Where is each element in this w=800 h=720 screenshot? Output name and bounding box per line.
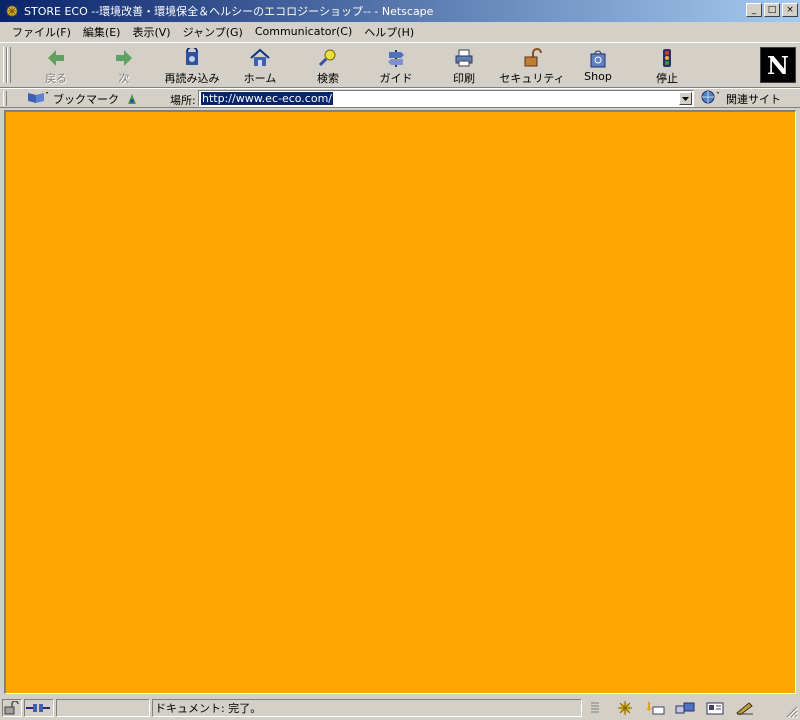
connection-plug-icon xyxy=(26,704,50,712)
status-text: ドキュメント: 完了。 xyxy=(155,702,262,715)
minimize-button[interactable]: _ xyxy=(746,3,762,17)
reload-label: 再読み込み xyxy=(164,72,220,85)
forward-label: 次 xyxy=(118,72,130,85)
location-toolbar-grip[interactable] xyxy=(3,91,7,106)
address-book-icon[interactable] xyxy=(704,700,726,716)
maximize-button[interactable]: □ xyxy=(764,3,780,17)
search-icon xyxy=(316,47,340,69)
shop-label: Shop xyxy=(584,70,612,83)
search-label: 検索 xyxy=(317,72,339,85)
forward-arrow-icon xyxy=(112,47,136,69)
shopping-bag-icon xyxy=(586,47,610,69)
home-button[interactable]: ホーム xyxy=(228,47,292,87)
toolbar-grip-2[interactable] xyxy=(7,47,11,83)
location-url-text: http://www.ec-eco.com/ xyxy=(201,92,334,105)
stop-button[interactable]: 停止 xyxy=(635,47,699,87)
guide-button[interactable]: ガイド xyxy=(364,47,428,87)
security-label: セキュリティ xyxy=(499,72,565,85)
back-label: 戻る xyxy=(45,72,67,85)
menu-communicator[interactable]: Communicator(C) xyxy=(249,25,358,38)
progress-panel xyxy=(56,699,150,717)
menu-go[interactable]: ジャンプ(G) xyxy=(177,24,249,40)
home-label: ホーム xyxy=(243,72,277,85)
close-button[interactable]: × xyxy=(782,3,798,17)
back-button[interactable]: 戻る xyxy=(24,47,88,87)
menu-file[interactable]: ファイル(F) xyxy=(6,24,77,40)
connection-status-panel[interactable] xyxy=(24,699,54,717)
page-proxy-icon[interactable] xyxy=(124,91,140,106)
guide-signpost-icon xyxy=(384,47,408,69)
print-button[interactable]: 印刷 xyxy=(432,47,496,87)
netscape-logo-letter: N xyxy=(767,50,789,80)
component-bar-grip[interactable] xyxy=(584,700,606,716)
menu-help[interactable]: ヘルプ(H) xyxy=(358,24,420,40)
status-message-panel: ドキュメント: 完了。 xyxy=(152,699,582,717)
minimize-icon: _ xyxy=(751,4,757,15)
printer-icon xyxy=(452,47,476,69)
url-dropdown-button[interactable] xyxy=(679,92,692,105)
back-arrow-icon xyxy=(44,47,68,69)
bookmarks-icon xyxy=(26,90,50,107)
resize-grip[interactable] xyxy=(786,706,799,719)
unlocked-padlock-icon xyxy=(4,701,19,715)
maximize-icon: □ xyxy=(767,4,777,15)
status-bar: ドキュメント: 完了。 xyxy=(0,697,800,720)
menu-edit[interactable]: 編集(E) xyxy=(77,24,127,40)
shop-button[interactable]: Shop xyxy=(566,47,630,87)
mail-inbox-icon[interactable] xyxy=(644,700,666,716)
search-button[interactable]: 検索 xyxy=(296,47,360,87)
chevron-down-icon xyxy=(682,96,689,101)
bookmarks-button[interactable]: ブックマーク xyxy=(26,90,119,107)
page-content-area[interactable] xyxy=(4,110,796,694)
composer-icon[interactable] xyxy=(734,700,756,716)
location-label: 場所: xyxy=(170,94,196,107)
reload-icon xyxy=(180,47,204,69)
navigation-toolbar: 戻る 次 再読み込み ホーム 検索 ガイド 印刷 セキュリティ Shop 停止 … xyxy=(0,42,800,88)
discussion-groups-icon[interactable] xyxy=(674,700,696,716)
location-toolbar: ブックマーク 場所: http://www.ec-eco.com/ 関連サイト xyxy=(0,88,800,108)
stop-label: 停止 xyxy=(656,72,678,85)
menu-bar: ファイル(F) 編集(E) 表示(V) ジャンプ(G) Communicator… xyxy=(0,22,800,41)
related-sites-label: 関連サイト xyxy=(726,92,781,106)
component-bar xyxy=(584,699,756,717)
window-title: STORE ECO --環境改善・環境保全＆ヘルシーのエコロジーショップ-- -… xyxy=(24,5,434,18)
security-button[interactable]: セキュリティ xyxy=(499,47,565,87)
padlock-icon xyxy=(520,47,544,69)
forward-button[interactable]: 次 xyxy=(92,47,156,87)
stop-traffic-light-icon xyxy=(655,47,679,69)
print-label: 印刷 xyxy=(453,72,475,85)
netscape-app-icon[interactable] xyxy=(4,3,20,19)
location-url-input[interactable]: http://www.ec-eco.com/ xyxy=(198,90,694,107)
bookmarks-label: ブックマーク xyxy=(53,92,119,106)
related-sites-icon xyxy=(700,90,722,107)
related-sites-button[interactable]: 関連サイト xyxy=(700,90,781,107)
reload-button[interactable]: 再読み込み xyxy=(160,47,224,87)
menu-view[interactable]: 表示(V) xyxy=(126,24,176,40)
guide-label: ガイド xyxy=(379,72,413,85)
close-icon: × xyxy=(786,4,794,15)
security-status-panel[interactable] xyxy=(2,699,22,717)
navigator-icon[interactable] xyxy=(614,700,636,716)
home-icon xyxy=(248,47,272,69)
netscape-logo[interactable]: N xyxy=(760,47,796,83)
title-bar[interactable]: STORE ECO --環境改善・環境保全＆ヘルシーのエコロジーショップ-- -… xyxy=(0,0,800,22)
